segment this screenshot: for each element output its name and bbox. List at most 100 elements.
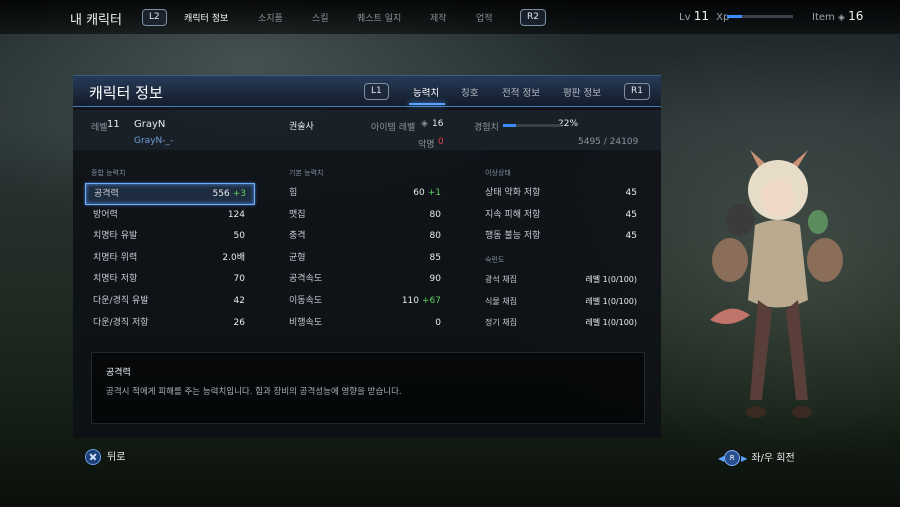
stat-value: 124 (227, 209, 245, 220)
stat-row[interactable]: 공격력 556 +3 (85, 183, 255, 205)
stat-value: 50 (233, 231, 245, 242)
stat-row[interactable]: 치명타 저항 70 (85, 269, 253, 289)
menu-title: 내 캐릭터 (70, 13, 122, 28)
right-stick-icon: R (724, 450, 741, 466)
tab-titles[interactable]: 칭호 (461, 85, 478, 99)
stat-label: 지속 피해 저항 (485, 209, 541, 220)
exp-bar-fill (503, 124, 516, 127)
right-arrow-icon: ▶ (741, 454, 748, 463)
xp-bar-fill (727, 15, 742, 18)
stat-value-group: 124 (228, 205, 245, 225)
stat-row[interactable]: 다운/경직 저항 26 (85, 313, 253, 333)
item-label: Item (812, 12, 835, 23)
item-level-label: 아이템 레벨 (371, 123, 416, 133)
r1-button-hint[interactable]: R1 (624, 83, 650, 100)
stat-row[interactable]: 광석 채집 레벨 1(0/100) (477, 270, 645, 290)
stat-label: 정기 채집 (485, 318, 517, 328)
stat-row[interactable]: 식물 채집 레벨 1(0/100) (477, 292, 645, 312)
stat-value-group: 42 (234, 291, 245, 311)
stat-value: 90 (429, 274, 441, 285)
stat-value: 42 (233, 296, 245, 306)
stat-value-group: 50 (234, 226, 245, 246)
stat-label: 다운/경직 유발 (93, 296, 149, 306)
stat-value-group: 2.0배 (222, 248, 245, 268)
stat-label: 식물 채집 (485, 296, 517, 306)
description-title: 공격력 (106, 368, 131, 378)
stat-label: 다운/경직 저항 (93, 317, 149, 328)
stat-label: 광석 채집 (485, 275, 517, 284)
stat-label: 방어력 (93, 209, 118, 220)
tab-inventory[interactable]: 소지품 (258, 11, 283, 24)
character-info-panel: 캐릭터 정보 L1 능력치 칭호 전적 정보 평판 정보 R1 레벨 11 Gr… (73, 75, 661, 438)
helmet-icon: ◈ (837, 13, 845, 23)
tab-reputation[interactable]: 평판 정보 (563, 85, 601, 99)
stat-value-group: 0 (435, 313, 441, 333)
status-resist-heading: 이상상태 (485, 169, 511, 177)
stat-label: 치명타 위력 (93, 252, 138, 263)
stat-value: 0 (435, 317, 441, 328)
stat-value-group: 45 (626, 183, 637, 203)
stat-value-group: 556 +3 (213, 184, 246, 204)
stat-row[interactable]: 비행속도 0 (281, 313, 449, 333)
tab-stats[interactable]: 능력치 (413, 85, 439, 99)
exp-label: 경험치 (474, 123, 499, 133)
stat-row[interactable]: 행동 불능 저항 45 (477, 226, 645, 246)
stat-label: 균형 (289, 252, 306, 263)
rotate-hint: ◀ R ▶ 좌/우 회전 (718, 449, 795, 466)
stat-row[interactable]: 지속 피해 저항 45 (477, 205, 645, 225)
stat-row[interactable]: 균형 85 (281, 248, 449, 268)
l1-button-hint[interactable]: L1 (364, 83, 389, 100)
stat-value: 85 (429, 252, 441, 263)
infamy-label: 악명 (418, 140, 435, 150)
item-value: 16 (848, 9, 864, 23)
stat-row[interactable]: 다운/경직 유발 42 (85, 291, 253, 311)
level-label: Lv (679, 12, 691, 23)
stat-value: 45 (625, 231, 637, 242)
stat-value: 70 (233, 274, 245, 285)
stat-value: 레벨 1(0/100) (585, 296, 637, 306)
stat-label: 공격속도 (289, 274, 323, 285)
tab-skills[interactable]: 스킬 (312, 11, 329, 24)
level-value: 11 (693, 9, 709, 23)
back-label: 뒤로 (107, 452, 126, 463)
stat-row[interactable]: 공격속도 90 (281, 269, 449, 289)
stat-row[interactable]: 상태 약화 저항 45 (477, 183, 645, 203)
stat-label: 충격 (289, 231, 306, 242)
item-level-value: 16 (432, 119, 444, 129)
panel-header: 캐릭터 정보 L1 능력치 칭호 전적 정보 평판 정보 R1 (73, 76, 661, 107)
back-button[interactable]: 뒤로 (85, 448, 125, 465)
stat-value: 45 (625, 188, 637, 198)
xp-bar (727, 15, 793, 18)
stat-row[interactable]: 치명타 유발 50 (85, 226, 253, 246)
tab-character-info[interactable]: 캐릭터 정보 (184, 11, 228, 24)
stat-label: 치명타 유발 (93, 231, 138, 242)
r2-button-hint[interactable]: R2 (520, 9, 546, 26)
l2-button-hint[interactable]: L2 (142, 9, 167, 26)
stat-row[interactable]: 힘 60 +1 (281, 183, 449, 203)
stat-label: 상태 약화 저항 (485, 188, 541, 198)
stat-value-group: 레벨 1(0/100) (585, 292, 637, 312)
tab-crafting[interactable]: 제작 (430, 11, 447, 24)
rotate-label: 좌/우 회전 (751, 453, 795, 464)
infamy-value: 0 (438, 137, 444, 147)
description-text: 공격시 적에게 피해를 주는 능력치입니다. 힘과 장비의 공격성능에 영향을 … (106, 387, 402, 397)
stat-row[interactable]: 치명타 위력 2.0배 (85, 248, 253, 268)
helmet-icon: ◈ (421, 119, 428, 129)
stat-description-box: 공격력 공격시 적에게 피해를 주는 능력치입니다. 힘과 장비의 공격성능에 … (91, 352, 645, 424)
stat-row[interactable]: 이동속도 110 +67 (281, 291, 449, 311)
basic-stats-heading: 기본 능력치 (289, 169, 324, 177)
stat-row[interactable]: 맷집 80 (281, 205, 449, 225)
character-model[interactable] (700, 150, 850, 440)
tab-quest-log[interactable]: 퀘스트 일지 (357, 11, 401, 24)
stat-row[interactable]: 정기 채집 레벨 1(0/100) (477, 313, 645, 333)
stat-value: 556 (212, 189, 230, 199)
character-level: 11 (107, 119, 120, 130)
active-tab-indicator (409, 103, 445, 105)
stat-value: 110 (401, 296, 419, 306)
tab-achievements[interactable]: 업적 (476, 11, 493, 24)
stat-row[interactable]: 방어력 124 (85, 205, 253, 225)
stat-value: 2.0배 (222, 252, 245, 263)
tab-record[interactable]: 전적 정보 (502, 85, 540, 99)
stat-value-group: 85 (430, 248, 441, 268)
stat-row[interactable]: 충격 80 (281, 226, 449, 246)
